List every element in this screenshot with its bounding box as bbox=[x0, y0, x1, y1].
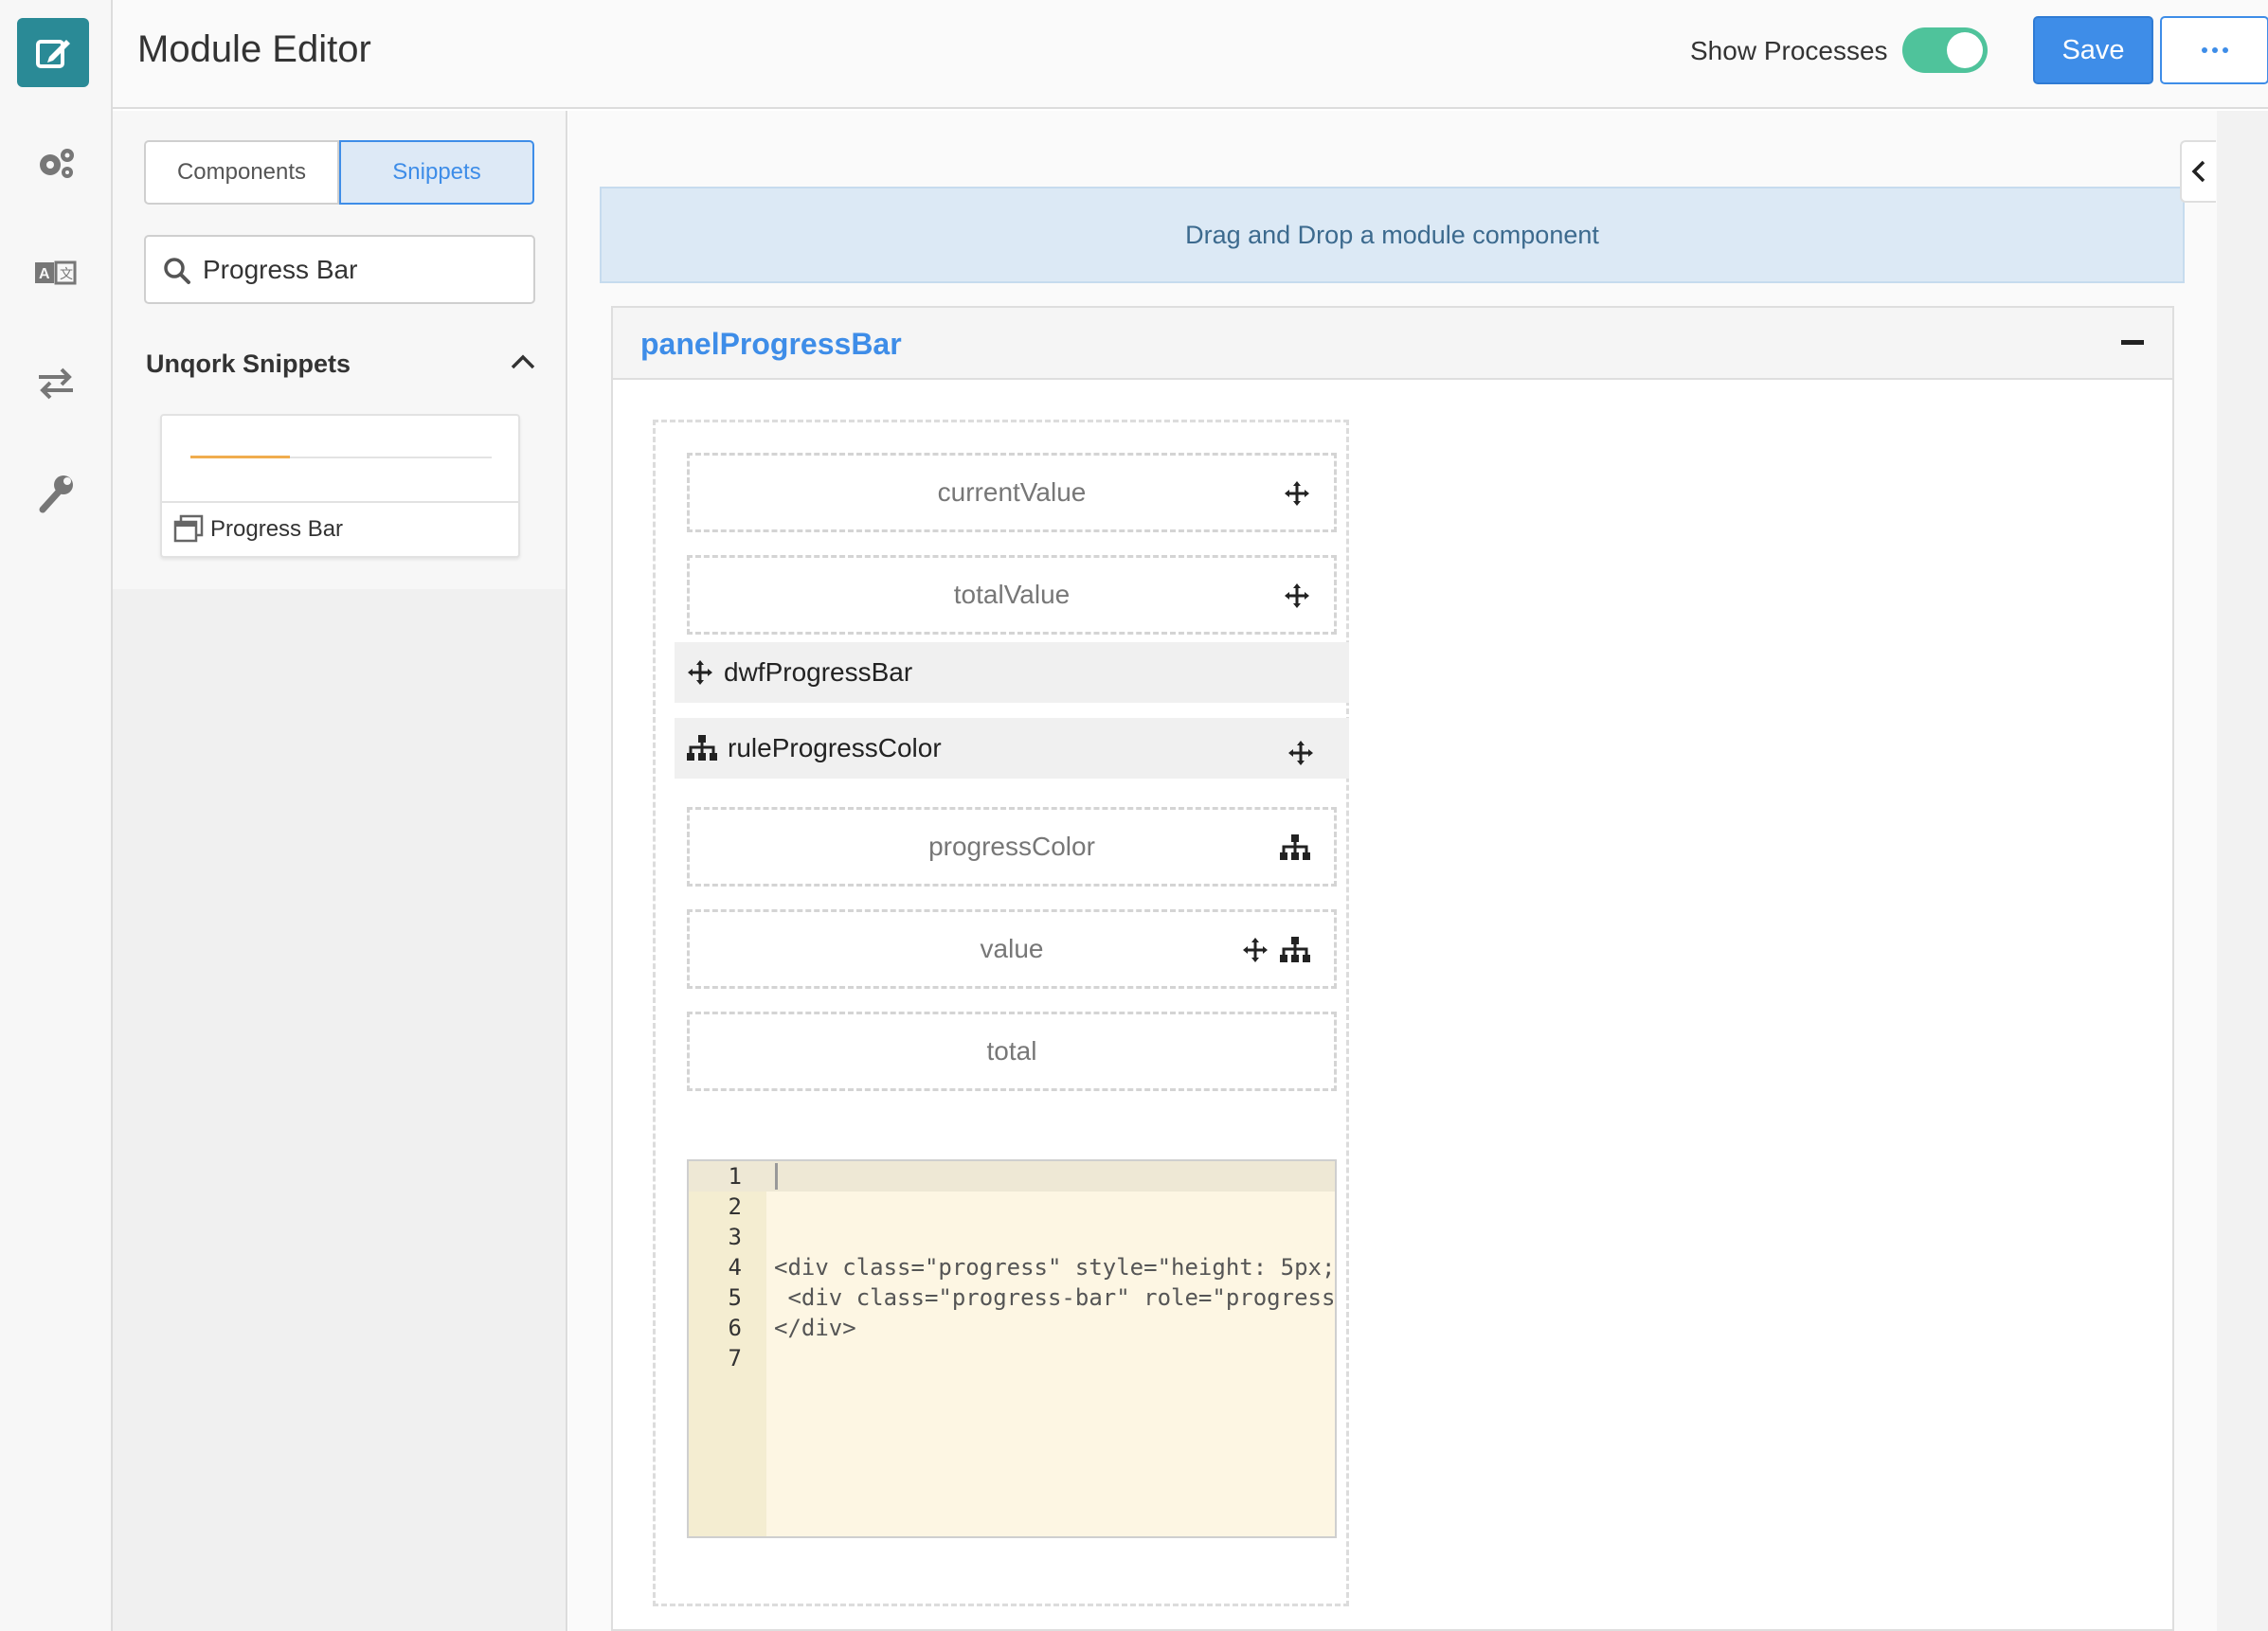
field-label: totalValue bbox=[953, 580, 1071, 609]
code-line: 2 bbox=[728, 1193, 742, 1220]
tools-nav-button[interactable] bbox=[0, 447, 111, 538]
ellipsis-icon bbox=[2201, 47, 2228, 53]
save-button[interactable]: Save bbox=[2033, 16, 2153, 84]
move-icon[interactable] bbox=[1283, 479, 1311, 508]
left-nav-rail: A 文 bbox=[0, 0, 113, 1631]
collapse-icon[interactable] bbox=[2121, 340, 2144, 345]
code-line: 4 <div class="progress" style="height: 5p… bbox=[728, 1254, 1336, 1281]
field-label: total bbox=[986, 1036, 1037, 1066]
edit-nav-button[interactable] bbox=[17, 18, 89, 87]
preview-progress-track bbox=[190, 456, 492, 458]
row-label: ruleProgressColor bbox=[728, 733, 942, 762]
field-current-value[interactable]: currentValue bbox=[687, 453, 1337, 532]
code-line: 3 bbox=[728, 1224, 742, 1250]
snippet-icon bbox=[173, 514, 204, 543]
transfer-icon bbox=[38, 367, 73, 400]
transfer-nav-button[interactable] bbox=[0, 337, 111, 428]
panel-component[interactable]: panelProgressBar currentValue totalValue bbox=[611, 306, 2174, 1631]
builder-sidebar: Components Snippets Progress Bar Unqork … bbox=[113, 111, 567, 1631]
edit-icon bbox=[36, 39, 70, 68]
show-processes-toggle[interactable] bbox=[1902, 27, 1988, 73]
svg-text:文: 文 bbox=[60, 266, 73, 281]
chevron-up-icon[interactable] bbox=[510, 352, 536, 371]
sitemap-icon bbox=[687, 735, 717, 761]
field-progress-color[interactable]: progressColor bbox=[687, 807, 1337, 887]
canvas-scrollbar[interactable] bbox=[2217, 111, 2268, 1631]
row-rule-progress-color[interactable]: ruleProgressColor bbox=[675, 718, 1349, 779]
field-value[interactable]: value bbox=[687, 909, 1337, 989]
top-header: Module Editor Show Processes Save bbox=[113, 0, 2268, 109]
panel-header: panelProgressBar bbox=[613, 308, 2172, 380]
chevron-left-icon bbox=[2191, 160, 2205, 183]
code-line: 7 bbox=[728, 1345, 742, 1371]
wrench-icon bbox=[39, 475, 73, 513]
page-title: Module Editor bbox=[137, 28, 371, 70]
search-icon bbox=[164, 258, 190, 284]
field-label: currentValue bbox=[937, 477, 1087, 507]
field-total-value[interactable]: totalValue bbox=[687, 555, 1337, 635]
preview-progress-fill bbox=[190, 456, 290, 458]
snippet-preview bbox=[162, 416, 518, 503]
move-icon[interactable] bbox=[1287, 739, 1315, 767]
builder-canvas: Drag and Drop a module component panelPr… bbox=[568, 111, 2217, 1631]
field-label: value bbox=[980, 934, 1044, 963]
section-title: Unqork Snippets bbox=[146, 350, 351, 378]
move-icon[interactable] bbox=[1241, 936, 1269, 964]
panel-title[interactable]: panelProgressBar bbox=[640, 327, 902, 362]
panel-body-container: currentValue totalValue dwfProgressBar r… bbox=[653, 420, 1349, 1606]
search-value: Progress Bar bbox=[203, 255, 358, 284]
code-line: 6 </div> bbox=[728, 1315, 856, 1341]
tab-snippets[interactable]: Snippets bbox=[339, 140, 534, 205]
sitemap-icon bbox=[1280, 834, 1310, 860]
tab-components[interactable]: Components bbox=[144, 140, 339, 205]
svg-text:A: A bbox=[39, 266, 50, 282]
snippet-card-progress-bar[interactable]: Progress Bar bbox=[160, 414, 520, 558]
field-total[interactable]: total bbox=[687, 1012, 1337, 1091]
sitemap-icon bbox=[1280, 937, 1310, 962]
code-line: 1 bbox=[728, 1163, 742, 1190]
dropzone[interactable]: Drag and Drop a module component bbox=[600, 187, 2185, 283]
row-label: dwfProgressBar bbox=[724, 657, 913, 687]
translate-nav-button[interactable]: A 文 bbox=[0, 227, 111, 318]
move-icon[interactable] bbox=[686, 658, 714, 687]
gears-icon bbox=[39, 149, 74, 178]
show-processes-label: Show Processes bbox=[1690, 36, 1888, 65]
code-editor[interactable]: 1 2 3 4 <div class="progress" style="heig… bbox=[687, 1159, 1337, 1538]
snippets-section: Components Snippets Progress Bar Unqork … bbox=[113, 111, 566, 589]
field-label: progressColor bbox=[928, 832, 1095, 861]
collapse-sidebar-tab[interactable] bbox=[2180, 140, 2216, 203]
toggle-knob bbox=[1947, 32, 1983, 68]
code-line: 5 <div class="progress-bar" role="progre… bbox=[728, 1284, 1336, 1311]
move-icon[interactable] bbox=[1283, 582, 1311, 610]
search-input[interactable]: Progress Bar bbox=[144, 235, 535, 304]
row-dwf-progress-bar[interactable]: dwfProgressBar bbox=[675, 642, 1349, 703]
snippet-label: Progress Bar bbox=[210, 516, 344, 542]
translate-icon: A 文 bbox=[34, 260, 76, 285]
settings-nav-button[interactable] bbox=[0, 117, 111, 208]
more-options-button[interactable] bbox=[2160, 16, 2268, 84]
